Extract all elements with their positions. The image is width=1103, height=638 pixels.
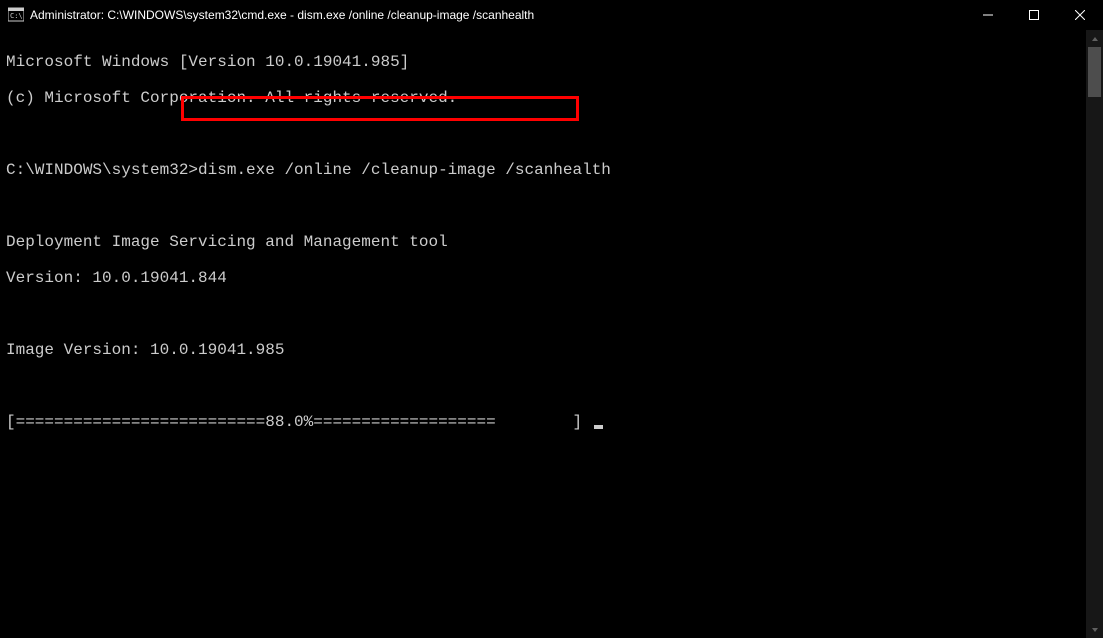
- window-titlebar: C:\ Administrator: C:\WINDOWS\system32\c…: [0, 0, 1103, 30]
- output-blank: [6, 377, 1103, 395]
- close-button[interactable]: [1057, 0, 1103, 30]
- progress-bar: [==========================88.0%========…: [6, 413, 592, 431]
- command-text: dism.exe /online /cleanup-image /scanhea…: [198, 161, 611, 179]
- maximize-button[interactable]: [1011, 0, 1057, 30]
- vertical-scrollbar[interactable]: [1086, 30, 1103, 638]
- output-blank: [6, 197, 1103, 215]
- window-title: Administrator: C:\WINDOWS\system32\cmd.e…: [30, 8, 965, 22]
- output-blank: [6, 305, 1103, 323]
- prompt-prefix: C:\WINDOWS\system32>: [6, 161, 198, 179]
- scroll-thumb[interactable]: [1088, 47, 1101, 97]
- output-line: Image Version: 10.0.19041.985: [6, 341, 1103, 359]
- cursor: [594, 425, 603, 429]
- window-controls: [965, 0, 1103, 30]
- output-line: Version: 10.0.19041.844: [6, 269, 1103, 287]
- scroll-up-arrow-icon[interactable]: [1086, 30, 1103, 47]
- output-line: (c) Microsoft Corporation. All rights re…: [6, 89, 1103, 107]
- svg-text:C:\: C:\: [10, 12, 23, 20]
- terminal-output[interactable]: Microsoft Windows [Version 10.0.19041.98…: [0, 30, 1103, 638]
- scroll-down-arrow-icon[interactable]: [1086, 621, 1103, 638]
- prompt-line: C:\WINDOWS\system32>dism.exe /online /cl…: [6, 161, 1103, 179]
- output-line: Deployment Image Servicing and Managemen…: [6, 233, 1103, 251]
- cmd-icon: C:\: [8, 7, 24, 23]
- progress-line: [==========================88.0%========…: [6, 413, 1103, 431]
- output-line: Microsoft Windows [Version 10.0.19041.98…: [6, 53, 1103, 71]
- minimize-button[interactable]: [965, 0, 1011, 30]
- output-blank: [6, 125, 1103, 143]
